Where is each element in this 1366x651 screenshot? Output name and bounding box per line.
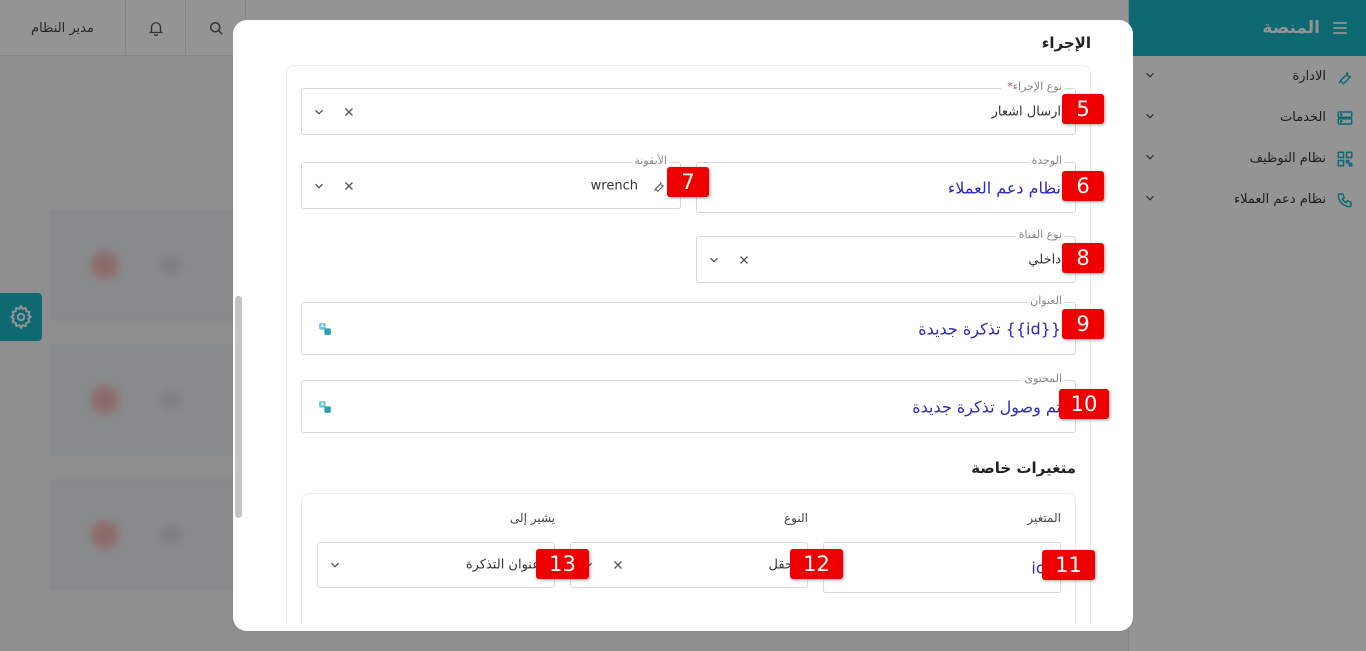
title-value: تذكرة جديدة {{id}} xyxy=(918,319,1061,338)
channel-type-label: نوع القناة xyxy=(1015,227,1065,243)
clear-icon[interactable] xyxy=(340,177,358,195)
action-type-label: *نوع الإجراء xyxy=(1001,79,1065,95)
annotation-badge: 5 xyxy=(1062,94,1104,124)
annotation-badge: 11 xyxy=(1042,550,1095,580)
unit-value: نظام دعم العملاء xyxy=(947,178,1061,197)
clear-icon[interactable] xyxy=(735,251,753,269)
icon-value: wrench xyxy=(590,178,638,193)
wrench-icon xyxy=(650,177,668,195)
chevron-down-icon[interactable] xyxy=(705,251,723,269)
icon-label: الأيقونة xyxy=(631,153,670,169)
column-header-points-to: يشير إلى xyxy=(509,511,555,525)
action-type-value: ارسال اشعار xyxy=(991,104,1061,119)
action-modal: الإجراء *نوع الإجراء ارسال اشعار الوحدة … xyxy=(233,20,1133,631)
modal-scrollbar[interactable] xyxy=(235,296,242,518)
icon-select[interactable]: الأيقونة wrench xyxy=(301,153,681,209)
modal-bottom-edge xyxy=(233,625,1133,631)
content-label: المحتوى xyxy=(1021,371,1065,387)
annotation-badge: 10 xyxy=(1059,389,1109,419)
annotation-badge: 13 xyxy=(536,549,589,579)
unit-field[interactable]: الوحدة نظام دعم العملاء xyxy=(696,153,1076,213)
translate-icon[interactable] xyxy=(316,398,334,416)
chevron-down-icon[interactable] xyxy=(326,556,344,574)
title-field[interactable]: العنوان تذكرة جديدة {{id}} xyxy=(301,293,1076,355)
title-label: العنوان xyxy=(1027,293,1065,309)
annotation-badge: 9 xyxy=(1062,309,1104,339)
chevron-down-icon[interactable] xyxy=(310,103,328,121)
content-value: تم وصول تذكرة جديدة xyxy=(912,397,1061,416)
type-select[interactable]: حقل xyxy=(570,542,808,588)
channel-type-value: داخلي xyxy=(1028,252,1061,267)
column-header-type: النوع xyxy=(784,511,808,525)
clear-icon[interactable] xyxy=(609,556,627,574)
action-type-select[interactable]: *نوع الإجراء ارسال اشعار xyxy=(301,79,1076,135)
chevron-down-icon[interactable] xyxy=(310,177,328,195)
clear-icon[interactable] xyxy=(340,103,358,121)
content-field[interactable]: المحتوى تم وصول تذكرة جديدة xyxy=(301,371,1076,433)
special-variables-title: متغيرات خاصة xyxy=(971,459,1076,477)
column-header-variable: المتغير xyxy=(1027,511,1061,525)
translate-icon[interactable] xyxy=(316,320,334,338)
annotation-badge: 12 xyxy=(790,549,843,579)
points-to-value: عنوان التذكرة xyxy=(465,557,540,573)
points-to-select[interactable]: عنوان التذكرة xyxy=(317,542,555,588)
annotation-badge: 8 xyxy=(1062,243,1104,273)
annotation-badge: 7 xyxy=(667,167,709,197)
annotation-badge: 6 xyxy=(1062,171,1104,201)
modal-title: الإجراء xyxy=(1041,34,1091,52)
channel-type-select[interactable]: نوع القناة داخلي xyxy=(696,227,1076,283)
variable-input[interactable]: id xyxy=(823,542,1061,593)
unit-label: الوحدة xyxy=(1028,153,1065,169)
